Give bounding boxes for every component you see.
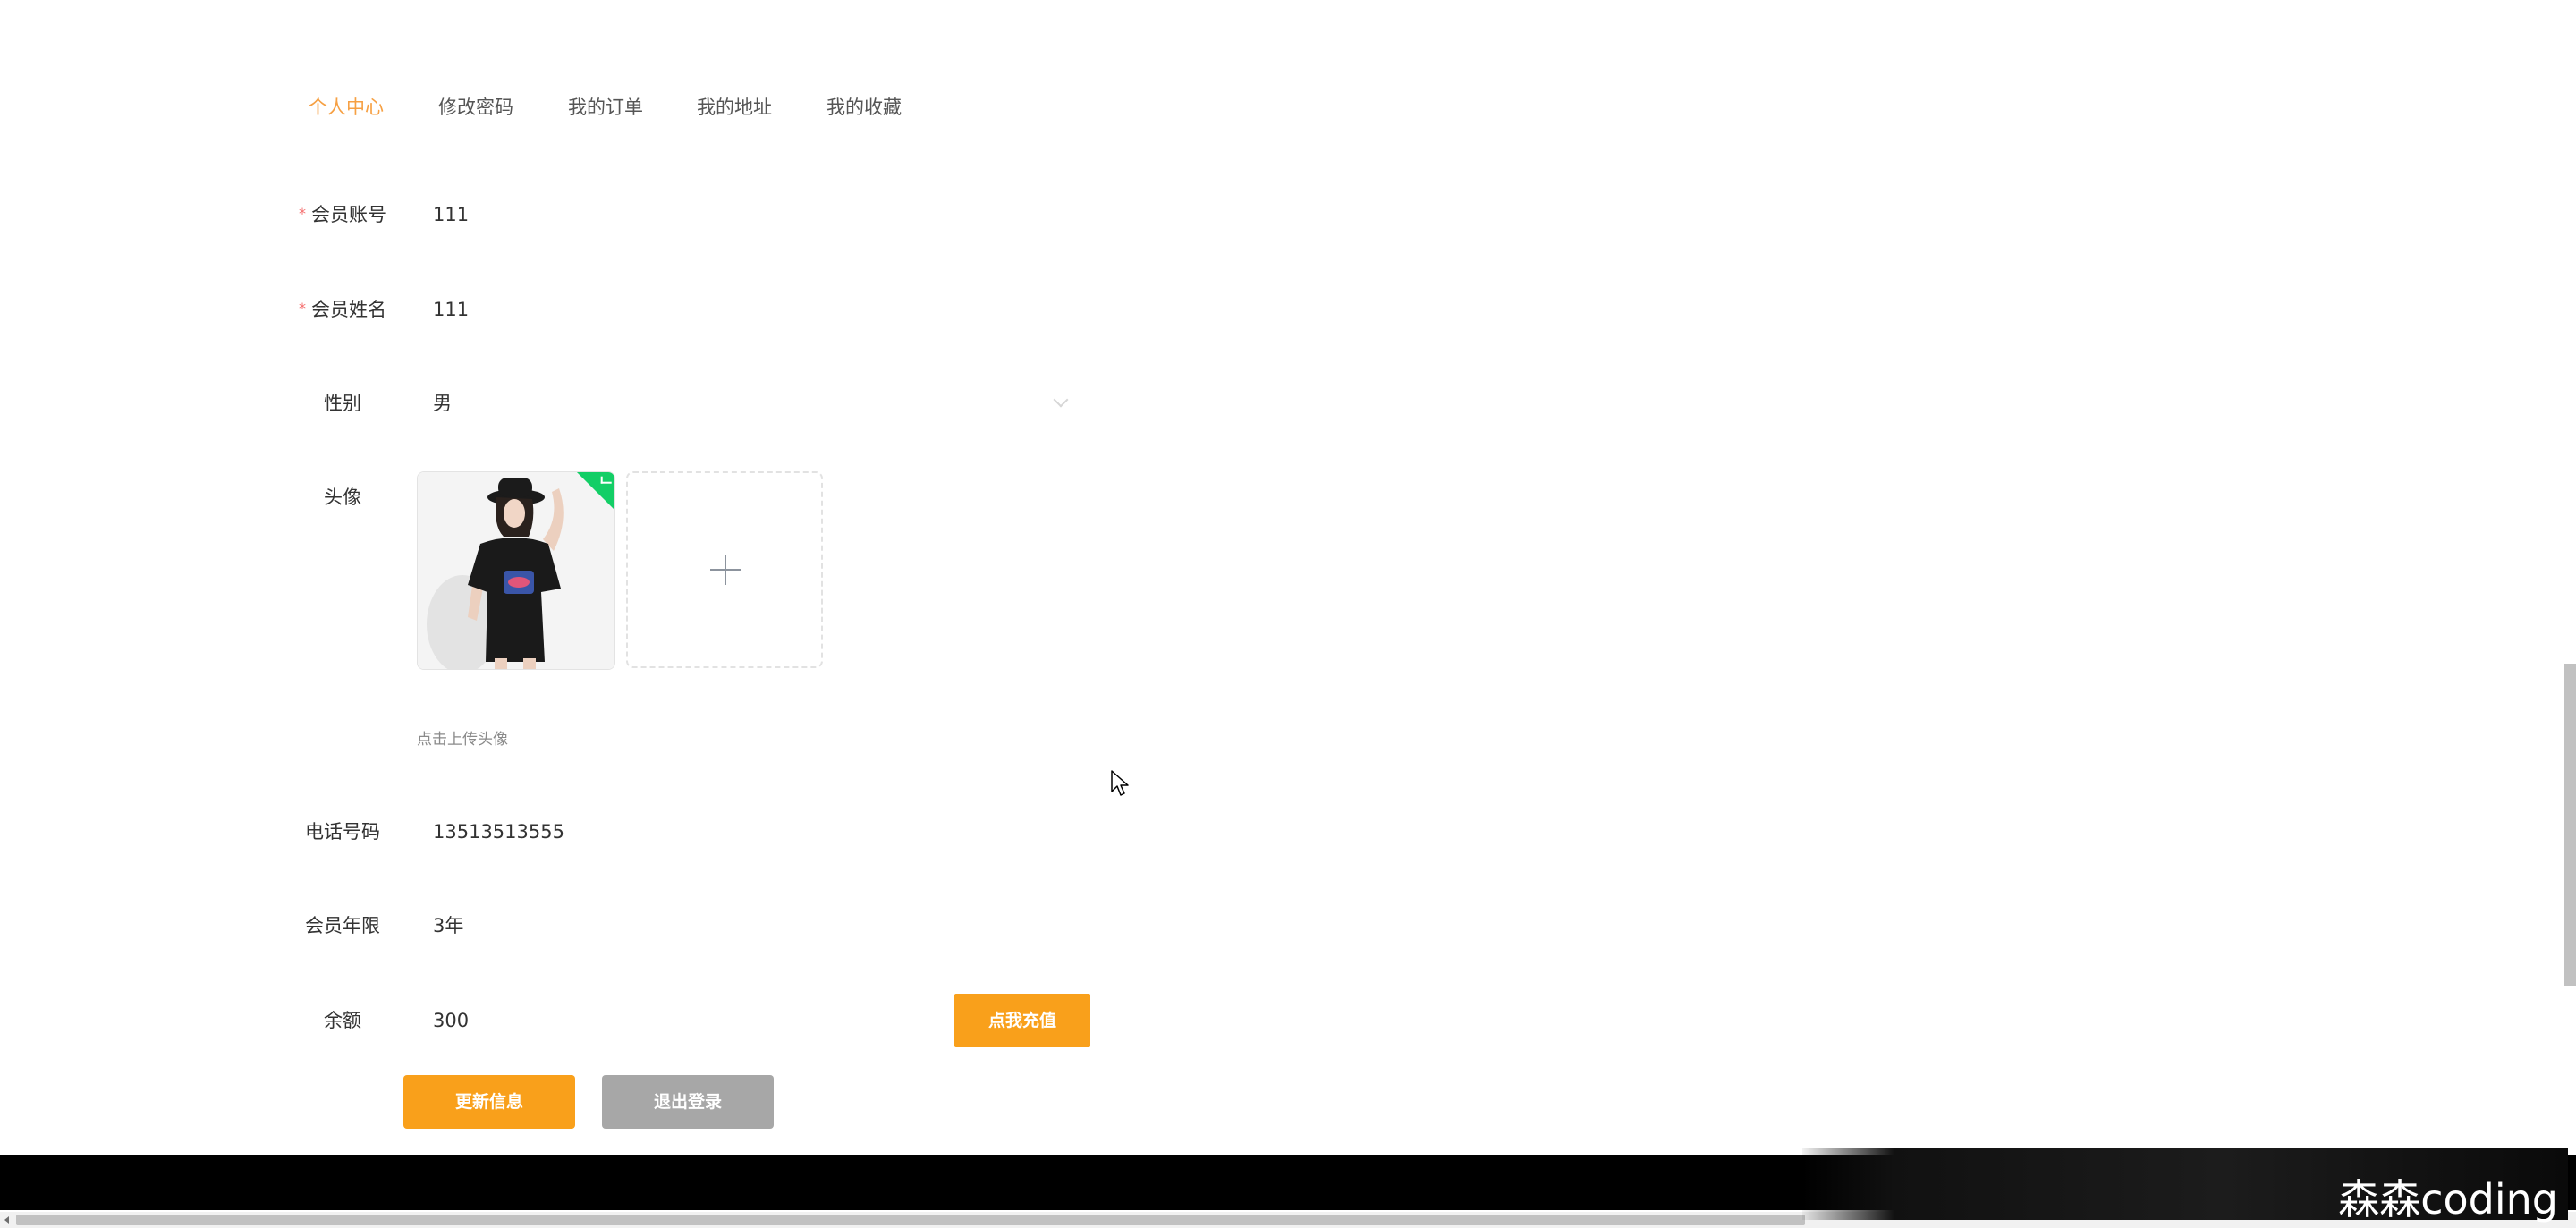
account-input[interactable]: 111 <box>433 201 469 228</box>
gender-select[interactable]: 男 <box>433 390 1077 417</box>
logout-button[interactable]: 退出登录 <box>602 1075 774 1129</box>
scroll-left-arrow-icon[interactable] <box>4 1216 9 1224</box>
required-mark: * <box>299 300 306 317</box>
recharge-button[interactable]: 点我充值 <box>954 994 1090 1047</box>
tab-change-password[interactable]: 修改密码 <box>438 89 513 125</box>
avatar-upload-hint: 点击上传头像 <box>417 731 508 749</box>
tab-my-favorites[interactable]: 我的收藏 <box>826 89 902 125</box>
update-info-button[interactable]: 更新信息 <box>403 1075 575 1129</box>
horizontal-scrollbar-thumb[interactable] <box>16 1215 1805 1225</box>
name-input[interactable]: 111 <box>433 296 469 323</box>
avatar-photo <box>418 472 614 669</box>
balance-input[interactable]: 300 <box>433 1007 469 1034</box>
required-mark: * <box>299 205 306 222</box>
term-input[interactable]: 3年 <box>433 912 463 939</box>
tab-my-orders[interactable]: 我的订单 <box>568 89 643 125</box>
gender-label: 性别 <box>324 393 361 414</box>
avatar-upload-button[interactable] <box>626 471 823 668</box>
name-label: * 会员姓名 <box>299 299 386 320</box>
term-label: 会员年限 <box>305 915 380 936</box>
avatar-label: 头像 <box>324 487 361 508</box>
mouse-cursor-icon <box>1111 770 1129 796</box>
vertical-scrollbar[interactable] <box>2564 664 2576 986</box>
balance-label: 余额 <box>324 1010 361 1031</box>
account-label: * 会员账号 <box>299 204 386 225</box>
watermark-text: 森森coding <box>2338 1175 2558 1224</box>
avatar-preview[interactable] <box>417 471 615 670</box>
phone-label: 电话号码 <box>305 821 380 843</box>
check-icon <box>600 476 612 484</box>
phone-input[interactable]: 13513513555 <box>433 818 564 845</box>
tab-my-addresses[interactable]: 我的地址 <box>697 89 772 125</box>
tab-personal-center[interactable]: 个人中心 <box>309 89 384 125</box>
